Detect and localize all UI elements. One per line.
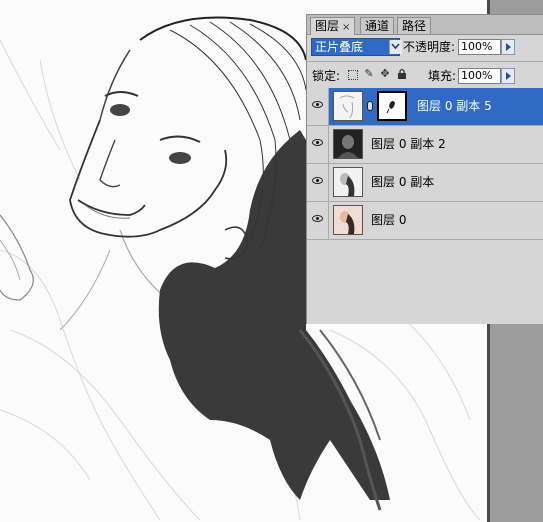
layer-name: 图层 0 副本 2 [371, 137, 446, 151]
eye-icon[interactable] [307, 88, 329, 125]
tab-layers[interactable]: 图层 × [310, 17, 356, 35]
layer-mask-thumbnail[interactable] [377, 91, 407, 121]
eye-icon[interactable] [307, 202, 329, 239]
lock-all-icon[interactable] [396, 68, 408, 80]
layer-thumbnail [333, 205, 363, 235]
opacity-label: 不透明度: [403, 40, 456, 54]
layer-thumbnail [333, 129, 363, 159]
lock-fill-row: 锁定: ✎ ✥ 填充: 100% [307, 65, 543, 87]
tab-layers-label: 图层 [315, 19, 340, 33]
layer-thumbnail [333, 167, 363, 197]
lock-transparency-icon[interactable] [348, 70, 358, 80]
tab-channels-label: 通道 [365, 19, 390, 33]
dropdown-arrow-icon[interactable] [389, 40, 402, 54]
lock-move-icon[interactable]: ✥ [379, 68, 391, 80]
close-icon[interactable]: × [342, 22, 350, 33]
layer-row[interactable]: 图层 0 副本 5 [307, 88, 543, 126]
fill-label: 填充: [428, 69, 457, 83]
tab-paths[interactable]: 路径 [397, 17, 432, 34]
eye-icon[interactable] [307, 164, 329, 201]
layer-row[interactable]: 图层 0 副本 [307, 164, 543, 202]
panel-tabs: 图层 × 通道 路径 [307, 15, 543, 35]
chain-link-icon[interactable] [367, 101, 373, 111]
tab-channels[interactable]: 通道 [360, 17, 395, 34]
layer-name: 图层 0 副本 [371, 175, 435, 189]
opacity-input[interactable]: 100% [458, 39, 501, 55]
layers-panel: 图层 × 通道 路径 正片叠底 不透明度: 100% 锁定: ✎ ✥ 填充: 10… [306, 14, 543, 324]
divider [307, 61, 543, 62]
lock-label: 锁定: [312, 69, 341, 83]
layer-row[interactable]: 图层 0 副本 2 [307, 126, 543, 164]
tab-paths-label: 路径 [402, 19, 427, 33]
eye-icon[interactable] [307, 126, 329, 163]
lock-brush-icon[interactable]: ✎ [363, 68, 375, 80]
flyout-arrow-icon[interactable] [501, 68, 515, 84]
layer-row[interactable]: 图层 0 [307, 202, 543, 240]
blend-mode-select[interactable]: 正片叠底 [311, 38, 402, 56]
flyout-arrow-icon[interactable] [501, 39, 515, 55]
layer-thumbnail [333, 91, 363, 121]
blend-mode-value: 正片叠底 [315, 40, 364, 54]
layer-name: 图层 0 副本 5 [417, 99, 492, 113]
blend-opacity-row: 正片叠底 不透明度: 100% [307, 35, 543, 59]
layer-name: 图层 0 [371, 213, 407, 227]
fill-input[interactable]: 100% [458, 68, 501, 84]
